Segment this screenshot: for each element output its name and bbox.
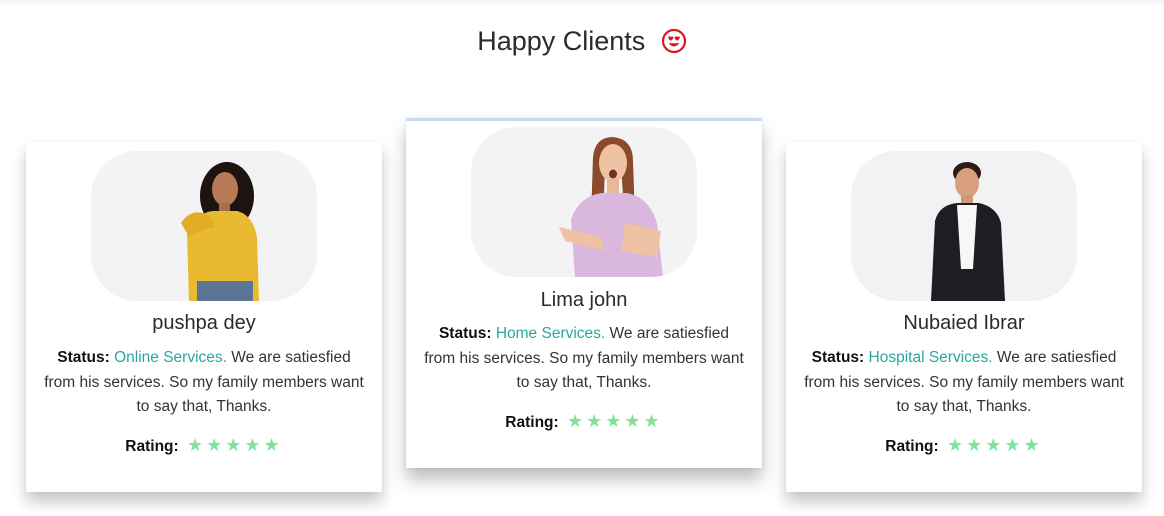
client-name: Nubaied Ibrar (903, 312, 1025, 334)
client-card: Lima john Status: Home Services. We are … (406, 118, 762, 468)
client-card: pushpa dey Status: Online Services. We a… (26, 142, 382, 492)
client-testimonial: Status: Home Services. We are satiesfied… (424, 322, 744, 396)
rating-label: Rating: (505, 414, 559, 431)
client-photo-image (471, 127, 697, 277)
client-name: Lima john (540, 289, 628, 311)
header-shadow (0, 0, 1164, 6)
status-label: Status: (57, 349, 110, 366)
client-photo (851, 151, 1077, 301)
section-title-text: Happy Clients (477, 26, 646, 56)
service-link[interactable]: Hospital Services. (869, 349, 993, 366)
client-photo-image (851, 151, 1077, 301)
client-photo-image (91, 151, 317, 301)
rating-stars-icon: ★★★★★ (567, 411, 663, 431)
service-link[interactable]: Home Services. (496, 325, 605, 342)
service-link[interactable]: Online Services. (114, 349, 227, 366)
client-rating: Rating: ★★★★★ (26, 435, 382, 456)
status-label: Status: (811, 349, 865, 366)
client-testimonial: Status: Hospital Services. We are saties… (804, 346, 1124, 420)
rating-label: Rating: (125, 438, 179, 455)
heart-eyes-emoji-icon (661, 28, 686, 54)
client-name: pushpa dey (152, 312, 256, 334)
rating-stars-icon: ★★★★★ (947, 435, 1043, 455)
status-label: Status: (438, 325, 492, 342)
client-rating: Rating: ★★★★★ (786, 435, 1142, 456)
client-photo (91, 151, 317, 301)
client-rating: Rating: ★★★★★ (406, 411, 762, 432)
client-testimonial: Status: Online Services. We are satiesfi… (44, 346, 364, 420)
rating-stars-icon: ★★★★★ (187, 435, 283, 455)
section-title: Happy Clients (0, 26, 1164, 57)
client-card: Nubaied Ibrar Status: Hospital Services.… (786, 142, 1142, 492)
client-photo (471, 127, 697, 277)
rating-label: Rating: (885, 438, 939, 455)
